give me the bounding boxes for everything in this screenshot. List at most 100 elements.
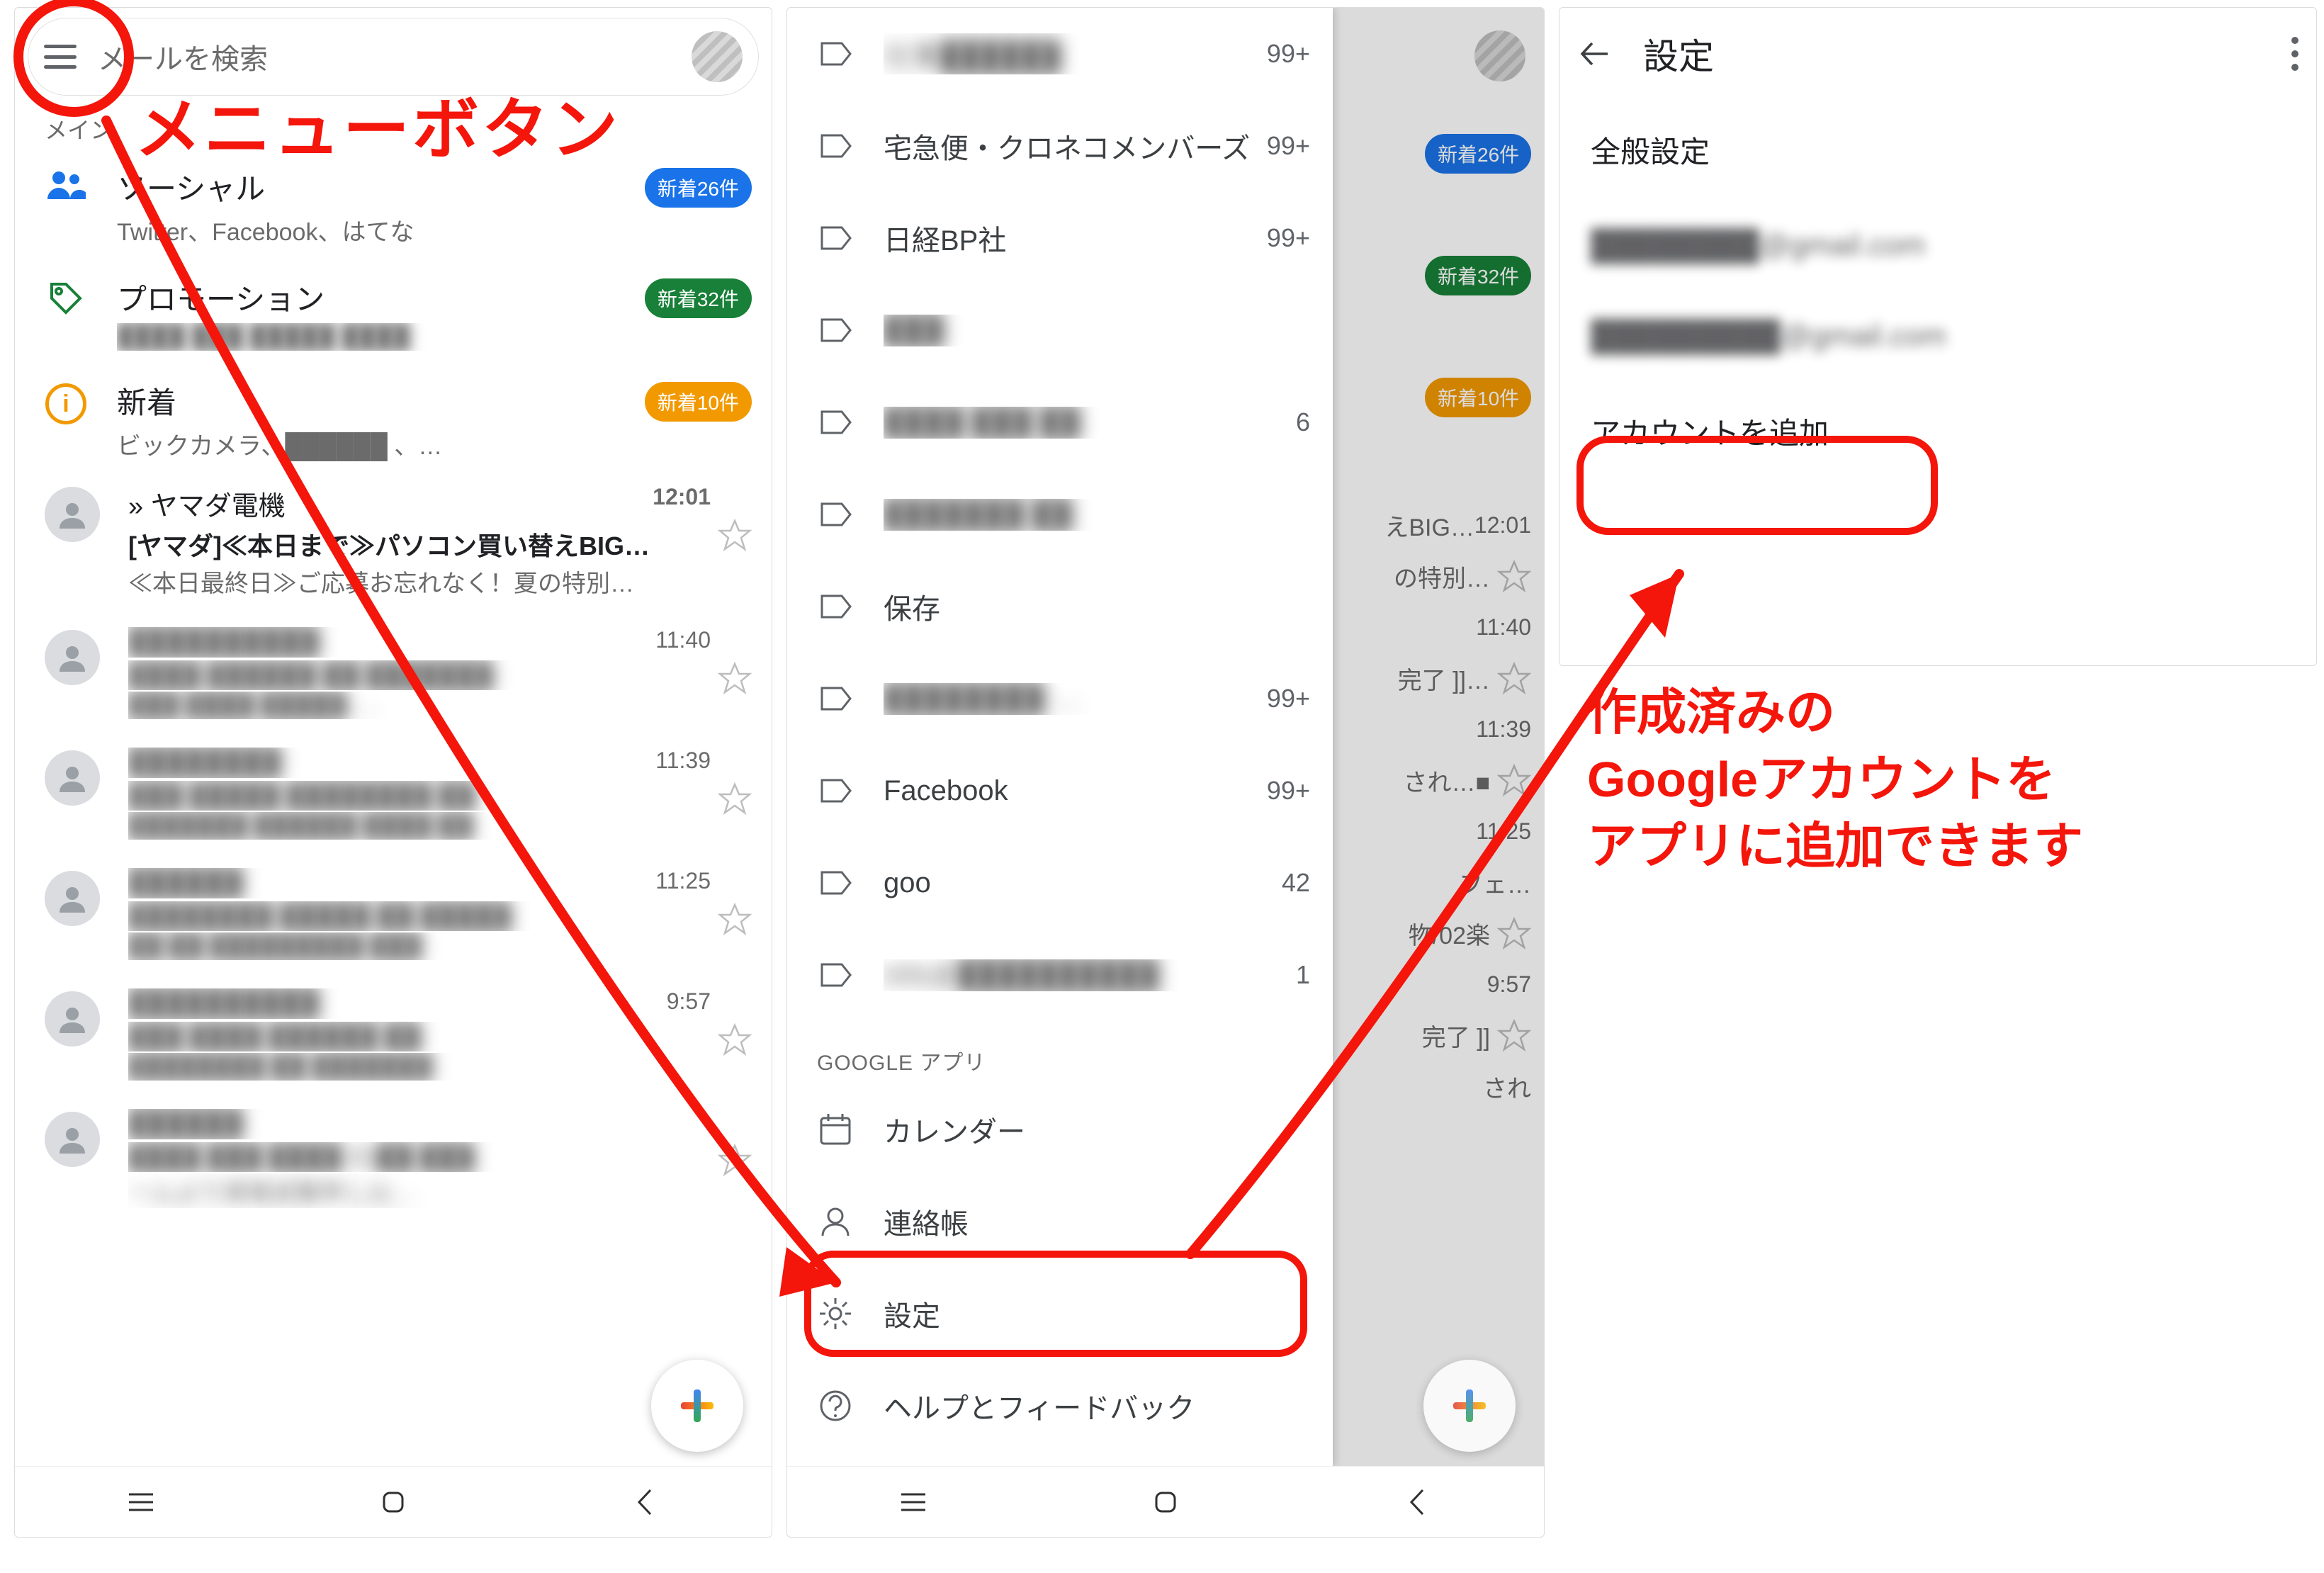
label-icon [817, 497, 854, 532]
home-icon[interactable] [377, 1486, 410, 1518]
drawer-item-label: 日経BP社 [884, 218, 1267, 259]
star-icon[interactable] [718, 518, 752, 552]
drawer-label-row[interactable]: ████ ███ ██ 6 [787, 376, 1333, 468]
plus-icon [1453, 1389, 1486, 1422]
category-promotions[interactable]: プロモーション ████ ███ █████ ████ 新着32件 [15, 256, 772, 359]
message-row[interactable]: » ヤマダ電機 12:01 [ヤマダ]≪本日まで≫パソコン買い替えBIG… ≪本… [15, 470, 772, 613]
android-navbar [787, 1466, 1544, 1537]
badge: 新着26件 [645, 168, 752, 208]
message-snippet: ████████ ██ ███████ [128, 1053, 711, 1081]
message-from: ████████ [128, 748, 647, 778]
message-row[interactable]: ██████ 11:25 ████████ █████ ██ █████ ██ … [15, 854, 772, 974]
back-arrow-icon[interactable] [1576, 36, 1612, 72]
drawer-item-count: 99+ [1267, 684, 1310, 714]
drawer-item-label: ヘルプとフィードバック [884, 1385, 1310, 1426]
message-from: » ヤマダ電機 [128, 484, 644, 523]
settings-account-2[interactable]: █████████@gmail.com [1559, 291, 2316, 381]
star-icon[interactable] [718, 661, 752, 695]
category-sub: ビックカメラ、██████ 、… [117, 427, 645, 461]
message-time: 11:39 [655, 748, 711, 778]
search-bar[interactable]: メールを検索 [28, 18, 759, 96]
message-snippet: ームより資格試験申し込… [128, 1173, 711, 1208]
drawer-label-row[interactable]: 宅急便・クロネコメンバーズ 99+ [787, 100, 1333, 192]
drawer-settings[interactable]: 設定 [787, 1268, 1333, 1360]
sender-avatar-icon [45, 1112, 100, 1167]
section-main: メイン [15, 96, 772, 145]
drawer-label-row[interactable]: Facebook 99+ [787, 745, 1333, 837]
category-social[interactable]: ソーシャル Twitter、Facebook、はてな 新着26件 [15, 145, 772, 256]
drawer-item-count: 42 [1282, 868, 1310, 898]
label-icon [817, 128, 854, 164]
message-time: 11:25 [655, 868, 711, 898]
message-subject: [ヤマダ]≪本日まで≫パソコン買い替えBIG… [128, 526, 711, 563]
drawer-label-row[interactable]: info@██████████ 1 [787, 929, 1333, 1021]
sender-avatar-icon [45, 871, 100, 926]
settings-general[interactable]: 全般設定 [1559, 100, 2316, 200]
nav-drawer: 仕事██████ 99+ 宅急便・クロネコメンバーズ 99+ 日経BP社 99+… [787, 8, 1333, 1466]
drawer-label-row[interactable]: ███ [787, 284, 1333, 376]
contacts-icon [817, 1203, 854, 1240]
compose-fab[interactable] [651, 1360, 743, 1452]
recents-icon[interactable] [125, 1486, 157, 1518]
android-navbar [15, 1466, 772, 1537]
settings-account-1[interactable]: ████████@gmail.com [1559, 200, 2316, 291]
label-icon [817, 865, 854, 901]
back-icon[interactable] [1401, 1486, 1434, 1518]
message-subject: ███ ████ ██████ ██ [128, 1022, 711, 1052]
category-updates[interactable]: i 新着 ビックカメラ、██████ 、… 新着10件 [15, 359, 772, 470]
overflow-icon[interactable] [2291, 37, 2299, 71]
star-icon[interactable] [718, 782, 752, 816]
drawer-label-row[interactable]: 保存 [787, 560, 1333, 653]
hamburger-icon[interactable] [44, 45, 77, 69]
account-avatar[interactable] [692, 31, 743, 82]
drawer-item-label: ████████ … [884, 683, 1267, 715]
drawer-item-label: 宅急便・クロネコメンバーズ [884, 125, 1267, 167]
drawer-label-row[interactable]: 仕事██████ 99+ [787, 8, 1333, 100]
settings-add-account[interactable]: アカウントを追加 [1559, 381, 2316, 481]
message-from: ██████████ [128, 627, 647, 658]
message-row[interactable]: ██████████ 9:57 ███ ████ ██████ ██ █████… [15, 974, 772, 1095]
label-icon [817, 773, 854, 808]
drawer-item-label: ███ [884, 315, 1310, 346]
drawer-item-count: 99+ [1267, 131, 1310, 161]
drawer-section-apps: GOOGLE アプリ [787, 1021, 1333, 1083]
message-snippet: ██ ██ █████████ ███ [128, 932, 711, 960]
message-time: 11:40 [655, 627, 711, 658]
info-icon: i [45, 379, 87, 424]
drawer-label-row[interactable]: ████████ … 99+ [787, 653, 1333, 745]
drawer-contacts[interactable]: 連絡帳 [787, 1175, 1333, 1268]
plus-icon [681, 1389, 713, 1422]
label-icon [817, 681, 854, 716]
home-icon[interactable] [1149, 1486, 1182, 1518]
phone-drawer: 新着26件 新着32件 新着10件 えBIG… 12:01 の特別… 11:40… [786, 7, 1545, 1538]
star-icon[interactable] [718, 1022, 752, 1056]
drawer-help[interactable]: ヘルプとフィードバック [787, 1360, 1333, 1452]
message-subject: ███ █████ ████████ ██ [128, 781, 711, 811]
drawer-calendar[interactable]: カレンダー [787, 1083, 1333, 1175]
sender-avatar-icon [45, 630, 100, 685]
drawer-item-count: 99+ [1267, 39, 1310, 69]
label-icon [817, 405, 854, 440]
recents-icon[interactable] [897, 1486, 930, 1518]
message-from: ██████ [128, 868, 647, 898]
category-sub: ████ ███ █████ ████ [117, 323, 645, 351]
star-icon[interactable] [718, 902, 752, 936]
drawer-label-row[interactable]: ███████ ██ [787, 468, 1333, 560]
compose-fab[interactable] [1423, 1360, 1516, 1452]
message-row[interactable]: ██████ ████ ███ ████ 01██ ███ ームより資格試験申し… [15, 1095, 772, 1222]
message-row[interactable]: ██████████ 11:40 ████ ██████ ██ ███████ … [15, 613, 772, 733]
people-icon [45, 165, 87, 201]
label-icon [817, 220, 854, 256]
drawer-label-row[interactable]: 日経BP社 99+ [787, 192, 1333, 284]
drawer-label-row[interactable]: goo 42 [787, 837, 1333, 929]
sender-avatar-icon [45, 750, 100, 806]
message-row[interactable]: ████████ 11:39 ███ █████ ████████ ██ ███… [15, 733, 772, 854]
phone-inbox: メールを検索 メイン ソーシャル Twitter、Facebook、はてな 新着… [14, 7, 772, 1538]
drawer-item-label: info@██████████ [884, 959, 1296, 991]
drawer-item-count: 99+ [1267, 776, 1310, 806]
back-icon[interactable] [629, 1486, 662, 1518]
star-icon[interactable] [718, 1143, 752, 1177]
sender-avatar-icon [45, 487, 100, 542]
calendar-icon [817, 1111, 854, 1148]
message-time: 12:01 [653, 484, 711, 523]
